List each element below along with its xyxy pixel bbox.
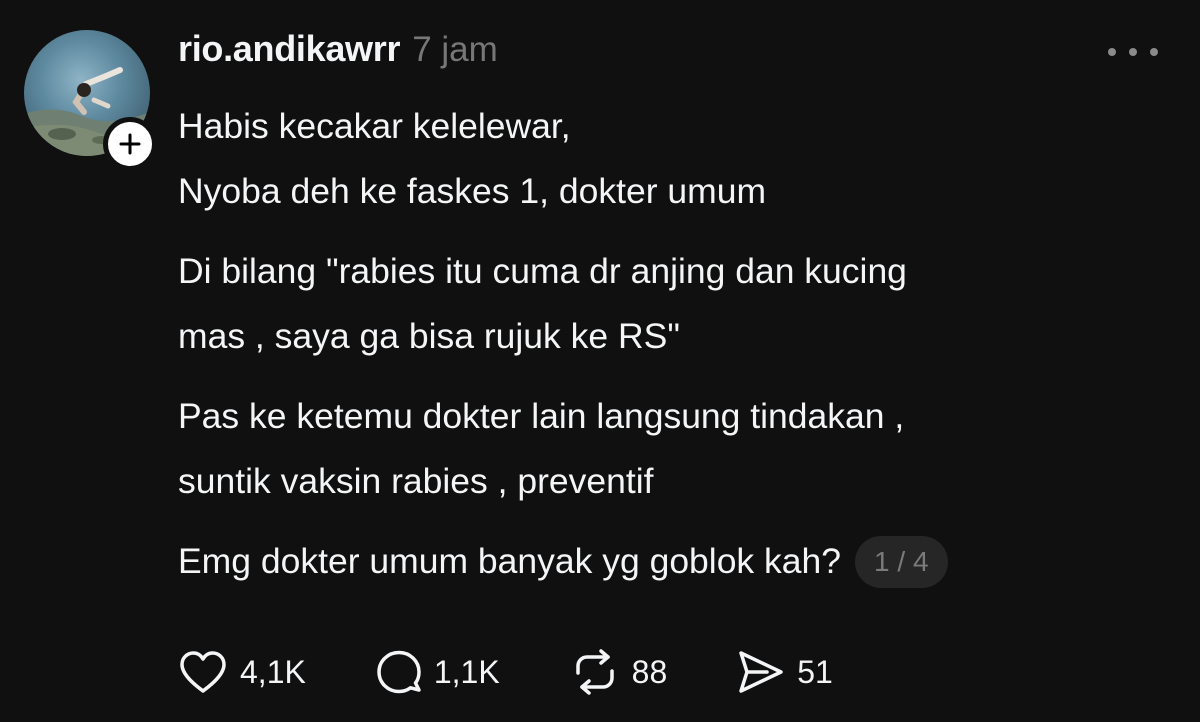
thread-post: rio.andikawrr 7 jam Habis kecakar kelele… — [0, 0, 1200, 722]
post-paragraph: Emg dokter umum banyak yg goblok kah? 1 … — [178, 529, 1158, 594]
share-count: 51 — [797, 653, 833, 690]
more-options-button[interactable] — [1108, 40, 1158, 64]
post-text-line: Habis kecakar kelelewar, — [178, 106, 571, 146]
post-text-line: suntik vaksin rabies , preventif — [178, 461, 654, 501]
post-header: rio.andikawrr 7 jam — [178, 28, 498, 80]
post-timestamp[interactable]: 7 jam — [412, 30, 498, 70]
username-link[interactable]: rio.andikawrr — [178, 28, 400, 70]
repost-count: 88 — [631, 653, 668, 690]
post-text-line: mas , saya ga bisa rujuk ke RS" — [178, 316, 680, 356]
more-horizontal-icon-dot — [1129, 48, 1137, 56]
post-text-line: Pas ke ketemu dokter lain langsung tinda… — [178, 396, 905, 436]
post-text-line: Nyoba deh ke faskes 1, dokter umum — [178, 171, 767, 211]
avatar-container[interactable] — [24, 30, 157, 171]
repost-icon — [575, 649, 614, 695]
send-icon — [739, 651, 783, 693]
comment-count: 1,1K — [433, 653, 500, 690]
post-paragraph: Pas ke ketemu dokter lain langsung tinda… — [178, 384, 1158, 514]
post-paragraph: Di bilang "rabies itu cuma dr anjing dan… — [178, 239, 1158, 369]
post-paragraph: Habis kecakar kelelewar, Nyoba deh ke fa… — [178, 94, 1158, 224]
share-button[interactable]: 51 — [737, 649, 833, 695]
heart-icon — [180, 651, 226, 693]
plus-icon — [119, 133, 141, 155]
page-indicator[interactable]: 1 / 4 — [855, 535, 948, 588]
post-text-line: Emg dokter umum banyak yg goblok kah? — [178, 541, 842, 581]
more-horizontal-icon-dot — [1108, 48, 1116, 56]
repost-button[interactable]: 88 — [570, 649, 668, 695]
more-horizontal-icon-dot — [1150, 48, 1158, 56]
like-button[interactable]: 4,1K — [178, 649, 306, 695]
comment-bubble-icon — [377, 650, 421, 694]
action-bar: 4,1K 1,1K 88 51 — [178, 644, 903, 700]
follow-button[interactable] — [103, 117, 157, 171]
post-text-line: Di bilang "rabies itu cuma dr anjing dan… — [178, 251, 907, 291]
comment-button[interactable]: 1,1K — [376, 649, 500, 695]
like-count: 4,1K — [240, 653, 306, 690]
